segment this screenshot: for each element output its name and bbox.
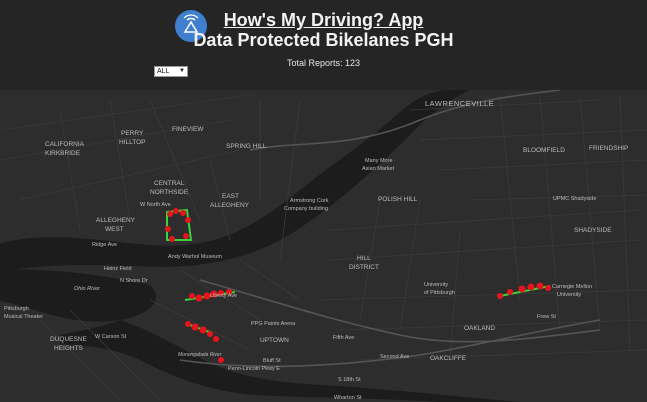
- report-marker[interactable]: [497, 293, 503, 299]
- map-label: Liberty Ave: [210, 293, 237, 299]
- report-marker[interactable]: [167, 211, 173, 217]
- map-label: Carnegie Mellon: [552, 284, 592, 290]
- report-marker[interactable]: [169, 236, 175, 242]
- report-marker[interactable]: [536, 282, 544, 290]
- map-label: KIRKBRIDE: [45, 150, 81, 157]
- map-label: CALIFORNIA: [45, 141, 85, 148]
- map-label: N Shore Dr: [120, 278, 148, 284]
- report-marker[interactable]: [527, 283, 535, 291]
- map-label: SHADYSIDE: [574, 227, 612, 234]
- map-label: W North Ave: [140, 202, 171, 208]
- map-label: NORTHSIDE: [150, 189, 189, 196]
- report-marker[interactable]: [185, 321, 191, 327]
- map-label: HILL: [357, 255, 371, 262]
- page-subtitle: Data Protected Bikelanes PGH: [193, 30, 454, 50]
- map-label: POLISH HILL: [378, 196, 418, 203]
- page-title[interactable]: How's My Driving? App: [0, 10, 647, 30]
- map-label: ALLEGHENY: [96, 217, 136, 224]
- map-label: Ridge Ave: [92, 242, 117, 248]
- map-label: Pittsburgh: [4, 306, 29, 312]
- map-label: University: [557, 292, 581, 298]
- map-label: Frew St: [537, 314, 556, 320]
- map-label: HEIGHTS: [54, 345, 84, 352]
- report-marker[interactable]: [545, 285, 551, 291]
- report-marker[interactable]: [165, 226, 171, 232]
- report-marker[interactable]: [173, 208, 179, 214]
- chevron-down-icon: ▼: [179, 68, 185, 74]
- map-label: W Carson St: [95, 334, 127, 340]
- report-marker[interactable]: [191, 323, 199, 331]
- report-marker[interactable]: [207, 331, 213, 337]
- report-marker[interactable]: [213, 336, 219, 342]
- map-label: Monongahela River: [178, 352, 222, 358]
- map-label: Wharton St: [334, 395, 362, 401]
- map-label: OAKCLIFFE: [430, 355, 467, 362]
- map-label: WEST: [105, 226, 124, 233]
- map-label: BLOOMFIELD: [523, 147, 565, 154]
- total-reports: Total Reports: 123: [286, 58, 361, 68]
- map-label: Asian Market: [362, 166, 395, 172]
- map-label: Fifth Ave: [333, 335, 354, 341]
- map-label: CENTRAL: [154, 180, 185, 187]
- map-label: ALLEGHENY: [210, 202, 250, 209]
- map-label: UPMC Shadyside: [553, 196, 596, 202]
- map-label: OAKLAND: [464, 325, 495, 332]
- map-label: UPTOWN: [260, 337, 289, 344]
- map-label: Bluff St: [263, 358, 281, 364]
- app-header: How's My Driving? App Data Protected Bik…: [0, 0, 647, 90]
- map-label: of Pittsburgh: [424, 290, 455, 296]
- report-marker[interactable]: [518, 285, 526, 293]
- report-marker[interactable]: [507, 289, 513, 295]
- map-label: Ohio River: [74, 286, 101, 292]
- map-label: FRIENDSHIP: [589, 145, 628, 152]
- map-label: Second Ave: [380, 354, 409, 360]
- map-label: PPG Paints Arena: [251, 321, 296, 327]
- map-label: University: [424, 282, 448, 288]
- map-label: Musical Theater: [4, 314, 43, 320]
- map-label: DISTRICT: [349, 264, 379, 271]
- map-label: Armstrong Cork: [290, 198, 329, 204]
- report-marker[interactable]: [199, 326, 207, 334]
- report-marker[interactable]: [195, 294, 203, 302]
- map-label: LAWRENCEVILLE: [425, 99, 494, 108]
- map-label: PERRY: [121, 130, 144, 137]
- map-label: HILLTOP: [119, 139, 146, 146]
- map-label: SPRING HILL: [226, 143, 267, 150]
- report-marker[interactable]: [180, 210, 186, 216]
- map-label: EAST: [222, 193, 239, 200]
- map-label: Penn-Lincoln Pkwy E: [228, 366, 280, 372]
- map-label: Company building: [284, 206, 328, 212]
- map-label: DUQUESNE: [50, 336, 88, 343]
- map-label: S 18th St: [338, 377, 361, 383]
- filter-selected-value: ALL: [157, 68, 170, 75]
- report-marker[interactable]: [183, 233, 189, 239]
- map-label: Andy Warhol Museum: [168, 254, 222, 260]
- map-label: Many More: [365, 158, 393, 164]
- report-marker[interactable]: [189, 293, 195, 299]
- map-label: FINEVIEW: [172, 126, 204, 133]
- map-label: Heinz Field: [104, 266, 132, 272]
- report-marker[interactable]: [185, 217, 191, 223]
